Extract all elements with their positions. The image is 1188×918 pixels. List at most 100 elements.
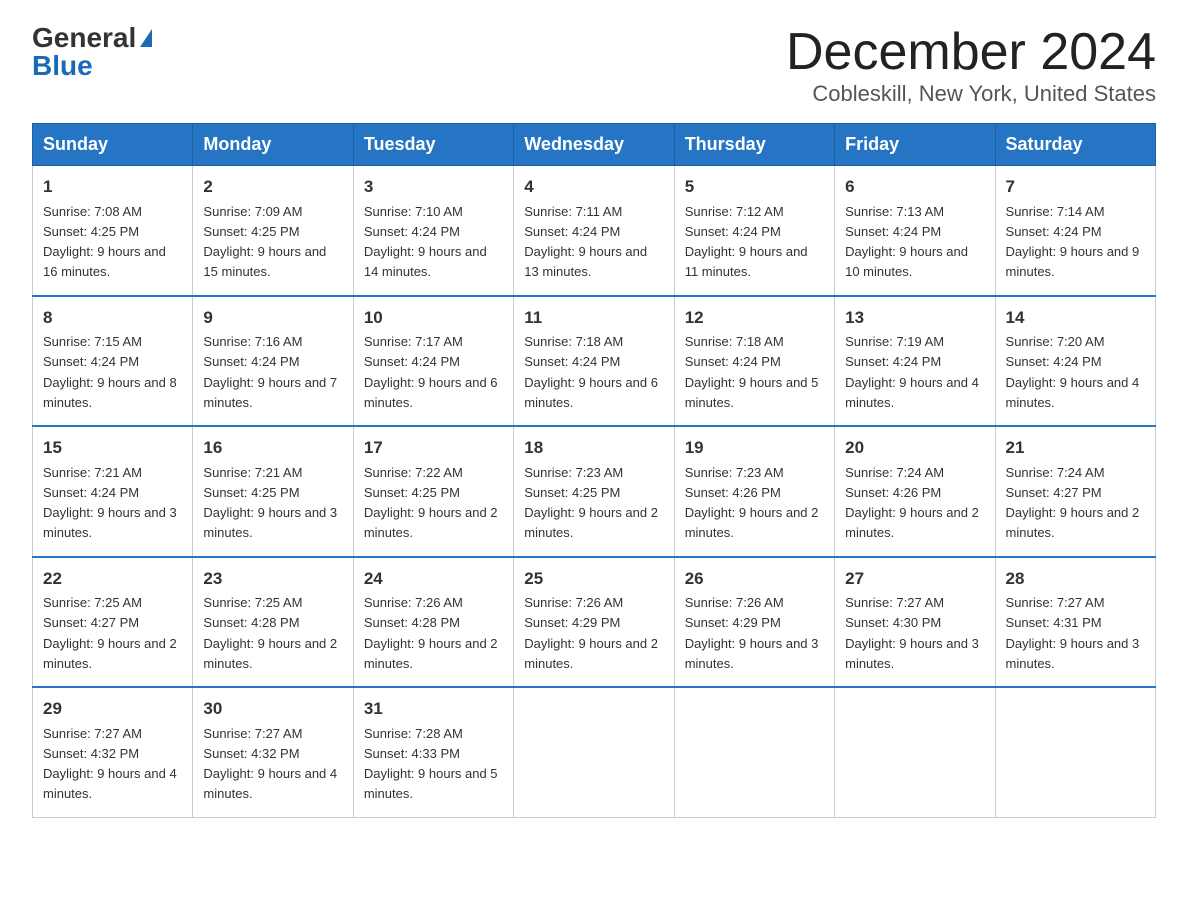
calendar-cell: 17Sunrise: 7:22 AMSunset: 4:25 PMDayligh…	[353, 426, 513, 557]
day-number: 31	[364, 696, 503, 722]
calendar-header-tuesday: Tuesday	[353, 124, 513, 166]
calendar-cell: 23 Sunrise: 7:25 AMSunset: 4:28 PMDayligh…	[193, 557, 353, 688]
calendar-week-row: 29 Sunrise: 7:27 AMSunset: 4:32 PMDayligh…	[33, 687, 1156, 817]
calendar-cell: 19 Sunrise: 7:23 AMSunset: 4:26 PMDayligh…	[674, 426, 834, 557]
day-info: Sunrise: 7:18 AMSunset: 4:24 PMDaylight:…	[524, 334, 658, 410]
day-number: 18	[524, 435, 663, 461]
day-number: 19	[685, 435, 824, 461]
calendar-cell: 5 Sunrise: 7:12 AMSunset: 4:24 PMDaylight…	[674, 166, 834, 296]
calendar-cell: 20 Sunrise: 7:24 AMSunset: 4:26 PMDayligh…	[835, 426, 995, 557]
calendar-cell: 2Sunrise: 7:09 AMSunset: 4:25 PMDaylight…	[193, 166, 353, 296]
calendar-week-row: 22Sunrise: 7:25 AMSunset: 4:27 PMDayligh…	[33, 557, 1156, 688]
month-title: December 2024	[786, 24, 1156, 81]
calendar-cell: 3 Sunrise: 7:10 AMSunset: 4:24 PMDaylight…	[353, 166, 513, 296]
day-info: Sunrise: 7:23 AMSunset: 4:26 PMDaylight:…	[685, 465, 819, 541]
calendar-cell: 10 Sunrise: 7:17 AMSunset: 4:24 PMDayligh…	[353, 296, 513, 427]
day-number: 17	[364, 435, 503, 461]
calendar-cell: 18 Sunrise: 7:23 AMSunset: 4:25 PMDayligh…	[514, 426, 674, 557]
calendar-cell: 12 Sunrise: 7:18 AMSunset: 4:24 PMDayligh…	[674, 296, 834, 427]
day-info: Sunrise: 7:27 AMSunset: 4:32 PMDaylight:…	[43, 726, 177, 802]
day-number: 25	[524, 566, 663, 592]
calendar-week-row: 15 Sunrise: 7:21 AMSunset: 4:24 PMDayligh…	[33, 426, 1156, 557]
day-number: 26	[685, 566, 824, 592]
calendar-header-saturday: Saturday	[995, 124, 1155, 166]
day-number: 22	[43, 566, 182, 592]
logo: General Blue	[32, 24, 152, 80]
day-info: Sunrise: 7:21 AMSunset: 4:24 PMDaylight:…	[43, 465, 177, 541]
calendar-cell	[995, 687, 1155, 817]
day-number: 15	[43, 435, 182, 461]
calendar-week-row: 1Sunrise: 7:08 AMSunset: 4:25 PMDaylight…	[33, 166, 1156, 296]
calendar-header-sunday: Sunday	[33, 124, 193, 166]
day-info: Sunrise: 7:25 AMSunset: 4:28 PMDaylight:…	[203, 595, 337, 671]
day-number: 9	[203, 305, 342, 331]
day-info: Sunrise: 7:18 AMSunset: 4:24 PMDaylight:…	[685, 334, 819, 410]
day-info: Sunrise: 7:27 AMSunset: 4:31 PMDaylight:…	[1006, 595, 1140, 671]
day-info: Sunrise: 7:15 AMSunset: 4:24 PMDaylight:…	[43, 334, 177, 410]
calendar-cell	[514, 687, 674, 817]
calendar-cell: 22Sunrise: 7:25 AMSunset: 4:27 PMDayligh…	[33, 557, 193, 688]
calendar-header-monday: Monday	[193, 124, 353, 166]
day-number: 5	[685, 174, 824, 200]
day-info: Sunrise: 7:24 AMSunset: 4:27 PMDaylight:…	[1006, 465, 1140, 541]
day-info: Sunrise: 7:24 AMSunset: 4:26 PMDaylight:…	[845, 465, 979, 541]
day-info: Sunrise: 7:27 AMSunset: 4:30 PMDaylight:…	[845, 595, 979, 671]
calendar-cell: 13Sunrise: 7:19 AMSunset: 4:24 PMDayligh…	[835, 296, 995, 427]
day-number: 23	[203, 566, 342, 592]
calendar-header-row: SundayMondayTuesdayWednesdayThursdayFrid…	[33, 124, 1156, 166]
calendar-header-wednesday: Wednesday	[514, 124, 674, 166]
day-number: 21	[1006, 435, 1145, 461]
calendar-cell: 4Sunrise: 7:11 AMSunset: 4:24 PMDaylight…	[514, 166, 674, 296]
logo-general-text: General	[32, 24, 136, 52]
calendar-cell: 7 Sunrise: 7:14 AMSunset: 4:24 PMDaylight…	[995, 166, 1155, 296]
day-number: 28	[1006, 566, 1145, 592]
calendar-cell: 8 Sunrise: 7:15 AMSunset: 4:24 PMDaylight…	[33, 296, 193, 427]
calendar-cell: 11Sunrise: 7:18 AMSunset: 4:24 PMDayligh…	[514, 296, 674, 427]
day-info: Sunrise: 7:26 AMSunset: 4:29 PMDaylight:…	[685, 595, 819, 671]
day-info: Sunrise: 7:21 AMSunset: 4:25 PMDaylight:…	[203, 465, 337, 541]
day-number: 2	[203, 174, 342, 200]
calendar-cell	[674, 687, 834, 817]
day-number: 10	[364, 305, 503, 331]
calendar-cell: 16 Sunrise: 7:21 AMSunset: 4:25 PMDayligh…	[193, 426, 353, 557]
calendar-cell: 28 Sunrise: 7:27 AMSunset: 4:31 PMDayligh…	[995, 557, 1155, 688]
day-number: 16	[203, 435, 342, 461]
day-info: Sunrise: 7:27 AMSunset: 4:32 PMDaylight:…	[203, 726, 337, 802]
day-number: 12	[685, 305, 824, 331]
logo-blue-text: Blue	[32, 52, 93, 80]
day-info: Sunrise: 7:10 AMSunset: 4:24 PMDaylight:…	[364, 204, 487, 280]
location-title: Cobleskill, New York, United States	[786, 81, 1156, 107]
day-number: 24	[364, 566, 503, 592]
calendar-week-row: 8 Sunrise: 7:15 AMSunset: 4:24 PMDaylight…	[33, 296, 1156, 427]
day-number: 20	[845, 435, 984, 461]
calendar-table: SundayMondayTuesdayWednesdayThursdayFrid…	[32, 123, 1156, 818]
day-number: 8	[43, 305, 182, 331]
day-info: Sunrise: 7:20 AMSunset: 4:24 PMDaylight:…	[1006, 334, 1140, 410]
day-info: Sunrise: 7:17 AMSunset: 4:24 PMDaylight:…	[364, 334, 498, 410]
day-number: 29	[43, 696, 182, 722]
title-block: December 2024 Cobleskill, New York, Unit…	[786, 24, 1156, 107]
calendar-cell: 9Sunrise: 7:16 AMSunset: 4:24 PMDaylight…	[193, 296, 353, 427]
calendar-cell: 1Sunrise: 7:08 AMSunset: 4:25 PMDaylight…	[33, 166, 193, 296]
day-info: Sunrise: 7:08 AMSunset: 4:25 PMDaylight:…	[43, 204, 166, 280]
day-number: 7	[1006, 174, 1145, 200]
calendar-header-thursday: Thursday	[674, 124, 834, 166]
day-number: 6	[845, 174, 984, 200]
day-info: Sunrise: 7:28 AMSunset: 4:33 PMDaylight:…	[364, 726, 498, 802]
header: General Blue December 2024 Cobleskill, N…	[32, 24, 1156, 107]
day-info: Sunrise: 7:23 AMSunset: 4:25 PMDaylight:…	[524, 465, 658, 541]
calendar-cell: 29 Sunrise: 7:27 AMSunset: 4:32 PMDayligh…	[33, 687, 193, 817]
day-info: Sunrise: 7:12 AMSunset: 4:24 PMDaylight:…	[685, 204, 808, 280]
day-info: Sunrise: 7:14 AMSunset: 4:24 PMDaylight:…	[1006, 204, 1140, 280]
day-info: Sunrise: 7:13 AMSunset: 4:24 PMDaylight:…	[845, 204, 968, 280]
calendar-header-friday: Friday	[835, 124, 995, 166]
day-info: Sunrise: 7:26 AMSunset: 4:28 PMDaylight:…	[364, 595, 498, 671]
day-number: 3	[364, 174, 503, 200]
calendar-cell: 27Sunrise: 7:27 AMSunset: 4:30 PMDayligh…	[835, 557, 995, 688]
day-info: Sunrise: 7:19 AMSunset: 4:24 PMDaylight:…	[845, 334, 979, 410]
day-number: 14	[1006, 305, 1145, 331]
day-info: Sunrise: 7:11 AMSunset: 4:24 PMDaylight:…	[524, 204, 647, 280]
calendar-cell: 24 Sunrise: 7:26 AMSunset: 4:28 PMDayligh…	[353, 557, 513, 688]
calendar-cell	[835, 687, 995, 817]
calendar-cell: 6 Sunrise: 7:13 AMSunset: 4:24 PMDaylight…	[835, 166, 995, 296]
